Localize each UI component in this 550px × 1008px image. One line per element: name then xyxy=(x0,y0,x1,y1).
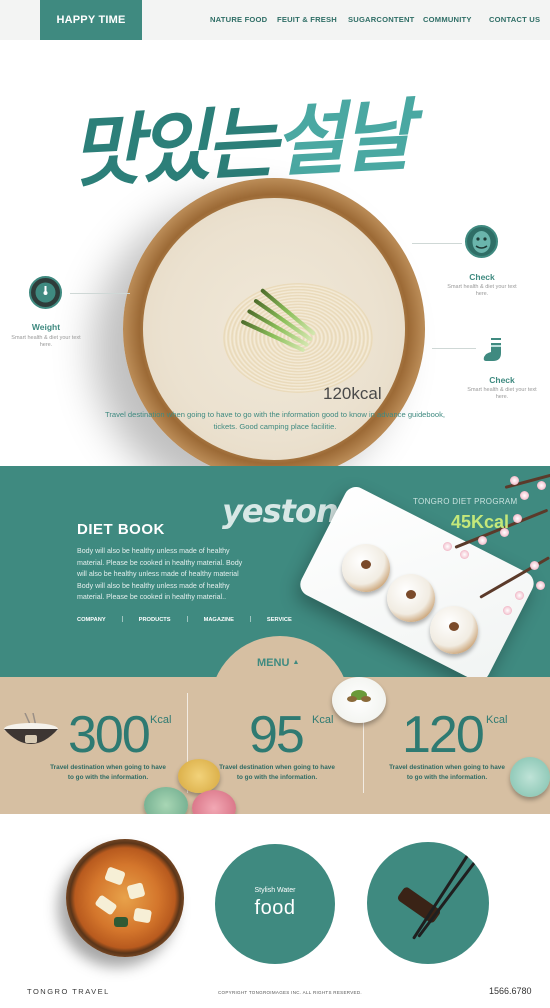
stat-unit-2: Kcal xyxy=(312,714,334,726)
link-separator xyxy=(186,616,188,622)
kimchi-stew-image[interactable] xyxy=(66,839,184,957)
program-kcal: 45Kcal xyxy=(451,512,510,532)
yellow-candy xyxy=(178,759,220,793)
bottom-section: Stylish Water food TONGRO TRAVEL COPYRIG… xyxy=(0,814,550,1008)
korean-sock-icon xyxy=(483,338,501,361)
check-title-1: Check xyxy=(469,272,495,282)
diet-book-links: COMPANY PRODUCTS MAGAZINE SERVICE xyxy=(77,616,308,623)
tofu-piece xyxy=(94,894,118,916)
stat-value-1: 300 xyxy=(68,706,151,764)
blossom xyxy=(536,581,545,590)
check-subtitle-1: Smart health & diet your text here. xyxy=(447,284,517,297)
blossom xyxy=(520,491,529,500)
menu-label: MENU xyxy=(257,657,290,669)
blossom xyxy=(537,481,546,490)
connector-line xyxy=(432,348,476,349)
stat-value-2: 95 xyxy=(249,706,305,764)
nav-contact-us[interactable]: CONTACT US xyxy=(489,15,540,24)
chopstick xyxy=(417,856,480,938)
chopsticks-card[interactable] xyxy=(367,842,489,964)
rice-cake xyxy=(387,574,435,622)
mint-candy xyxy=(510,757,550,797)
rice-cake-garnish xyxy=(361,560,371,569)
greens-piece xyxy=(114,917,128,927)
program-label: TONGRO DIET PROGRAM xyxy=(413,497,518,506)
nav-nature-food[interactable]: NATURE FOOD xyxy=(210,15,267,24)
rice-cake-garnish xyxy=(406,590,416,599)
calorie-stats: 300 Kcal Travel destination when going t… xyxy=(0,677,550,826)
link-separator xyxy=(249,616,251,622)
stat-description-1: Travel destination when going to have to… xyxy=(50,764,166,781)
white-candy xyxy=(332,677,386,723)
blossom xyxy=(530,561,539,570)
check-title-2: Check xyxy=(489,375,515,385)
sock-icon[interactable] xyxy=(478,333,514,369)
hero-description: Travel destination when going to have to… xyxy=(105,410,445,431)
hero-section: 맛있는설날 120kcal Travel destination when go… xyxy=(0,40,550,466)
footer-copyright: COPYRIGHT TONGROIMAGES INC. ALL RIGHTS R… xyxy=(218,990,362,995)
top-header: HAPPY TIME NATURE FOOD FEUIT & FRESH SUG… xyxy=(0,0,550,40)
rice-cake xyxy=(342,544,390,592)
nav-community[interactable]: COMMUNITY xyxy=(423,15,472,24)
weight-title: Weight xyxy=(31,322,61,332)
blossom xyxy=(478,536,487,545)
tofu-piece xyxy=(104,866,126,886)
connector-line xyxy=(70,293,130,294)
tofu-piece xyxy=(126,882,146,900)
caret-up-icon: ▲ xyxy=(292,659,300,666)
diet-book-body: Body will also be healthy unless made of… xyxy=(77,547,243,601)
weight-subtitle: Smart health & diet your text here. xyxy=(11,335,81,348)
stat-value-3: 120 xyxy=(402,706,485,764)
korean-title-part-2: 설날 xyxy=(271,90,412,189)
stylish-water-title: food xyxy=(254,897,296,919)
link-service[interactable]: SERVICE xyxy=(267,617,292,623)
blossom xyxy=(503,606,512,615)
rice-cake-garnish xyxy=(449,622,459,631)
stat-description-3: Travel destination when going to have to… xyxy=(389,764,505,781)
rice-cake xyxy=(430,606,478,654)
rice-bowl-icon xyxy=(4,712,58,744)
scale-icon xyxy=(35,282,56,303)
logo[interactable]: HAPPY TIME xyxy=(40,0,142,40)
connector-line xyxy=(412,243,462,244)
blossom xyxy=(513,514,522,523)
link-magazine[interactable]: MAGAZINE xyxy=(204,617,234,623)
diet-book-title: DIET BOOK xyxy=(77,521,165,538)
blossom xyxy=(515,591,524,600)
stat-unit-3: Kcal xyxy=(486,714,508,726)
stylish-water-subtitle: Stylish Water xyxy=(254,887,296,894)
menu-toggle[interactable]: MENU ▲ xyxy=(257,657,299,669)
hero-kcal: 120kcal xyxy=(323,384,382,403)
link-separator xyxy=(121,616,123,622)
blossom xyxy=(510,476,519,485)
check-subtitle-2: Smart health & diet your text here. xyxy=(467,387,537,400)
footer-brand: TONGRO TRAVEL xyxy=(27,987,110,996)
blossom xyxy=(460,550,469,559)
nav-fruit-fresh[interactable]: FEUIT & FRESH xyxy=(277,15,337,24)
stat-description-2: Travel destination when going to have to… xyxy=(219,764,335,781)
leaf-pattern-icon xyxy=(347,690,371,702)
stat-unit-1: Kcal xyxy=(150,714,172,726)
nav-sugarcontent[interactable]: SUGARCONTENT xyxy=(348,15,415,24)
link-products[interactable]: PRODUCTS xyxy=(139,617,171,623)
tofu-piece xyxy=(133,907,152,924)
weight-icon[interactable] xyxy=(29,276,62,309)
link-company[interactable]: COMPANY xyxy=(77,617,106,623)
korean-mask-icon xyxy=(472,231,491,253)
footer-phone[interactable]: 1566.6780 xyxy=(489,986,532,996)
blossom xyxy=(443,542,452,551)
mask-icon[interactable] xyxy=(465,225,498,258)
rice-bowl-image xyxy=(3,712,59,753)
